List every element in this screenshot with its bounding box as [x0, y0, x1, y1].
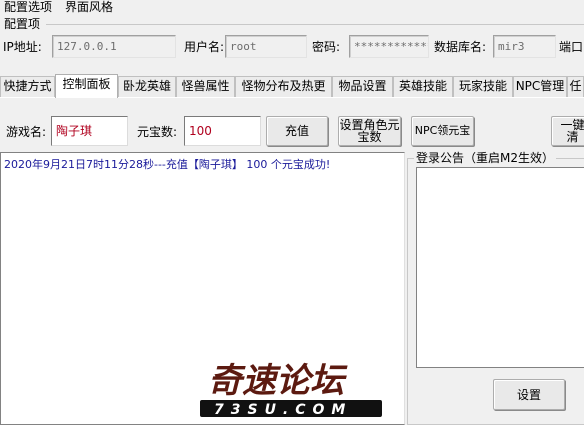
- npc-yuanbao-button[interactable]: NPC领元宝: [411, 116, 474, 146]
- npc-button-label: NPC领元宝: [414, 124, 471, 137]
- port-label: 端口: [559, 40, 584, 54]
- tab-item-settings[interactable]: 物品设置: [332, 76, 393, 97]
- user-label: 用户名:: [184, 40, 225, 54]
- recharge-button[interactable]: 充值: [266, 116, 328, 146]
- tab-monster-distribution[interactable]: 怪物分布及热更: [235, 76, 332, 97]
- config-group-divider: [46, 24, 584, 25]
- watermark-subtitle: 73SU.COM: [214, 402, 352, 418]
- ip-label: IP地址:: [3, 40, 42, 54]
- watermark-svg: 奇速论坛 73SU.COM: [200, 360, 382, 418]
- tab-monster-attributes[interactable]: 怪兽属性: [176, 76, 235, 97]
- game-name-label: 游戏名:: [6, 125, 47, 139]
- game-name-input[interactable]: 陶子琪: [51, 116, 128, 146]
- ip-field[interactable]: 127.0.0.1: [52, 35, 176, 58]
- one-key-button-label: 一键清: [560, 118, 584, 144]
- tab-npc-management[interactable]: NPC管理: [513, 76, 567, 97]
- settings-button[interactable]: 设置: [493, 379, 565, 410]
- one-key-clear-button[interactable]: 一键清: [551, 116, 584, 146]
- menu-config-options[interactable]: 配置选项: [4, 0, 52, 16]
- tab-wolong-hero[interactable]: 卧龙英雄: [118, 76, 176, 97]
- notice-title: 登录公告（重启M2生效）: [414, 151, 556, 165]
- tab-hero-skills[interactable]: 英雄技能: [393, 76, 453, 97]
- tab-shortcuts[interactable]: 快捷方式: [0, 76, 55, 97]
- menu-interface-style[interactable]: 界面风格: [65, 0, 113, 16]
- yuanbao-label: 元宝数:: [137, 125, 178, 139]
- settings-button-label: 设置: [516, 387, 541, 402]
- notice-textarea[interactable]: [416, 167, 584, 368]
- recharge-button-label: 充值: [284, 124, 309, 138]
- watermark-title: 奇速论坛: [208, 361, 348, 401]
- set-role-button-line2: 宝数: [357, 130, 382, 144]
- username-field[interactable]: root: [225, 35, 307, 58]
- watermark-logo: 奇速论坛 73SU.COM: [200, 358, 390, 420]
- tab-player-skills[interactable]: 玩家技能: [453, 76, 513, 97]
- password-label: 密码:: [312, 40, 341, 54]
- database-label: 数据库名:: [434, 40, 487, 54]
- database-field[interactable]: mir3: [493, 35, 556, 58]
- tab-more[interactable]: 任: [567, 76, 584, 97]
- menubar: 配置选项 界面风格: [0, 0, 584, 17]
- log-line: 2020年9月21日7时11分28秒---充值【陶子琪】 100 个元宝成功!: [4, 158, 331, 171]
- tab-control-panel[interactable]: 控制面板: [55, 74, 118, 98]
- tab-strip: 快捷方式 控制面板 卧龙英雄 怪兽属性 怪物分布及热更 物品设置 英雄技能 玩家…: [0, 74, 584, 98]
- set-role-yuanbao-button[interactable]: 设置角色元 宝数: [338, 116, 401, 146]
- password-field[interactable]: *************: [349, 35, 429, 58]
- config-group-label: 配置项: [4, 17, 41, 31]
- yuanbao-input[interactable]: 100: [184, 116, 261, 146]
